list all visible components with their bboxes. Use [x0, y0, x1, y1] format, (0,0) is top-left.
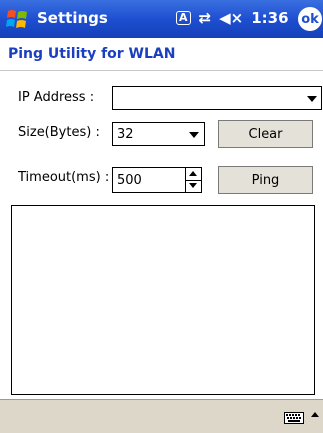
- ping-output-area[interactable]: [11, 205, 315, 395]
- size-combobox[interactable]: 32: [112, 122, 205, 146]
- arrow-up-icon: [189, 171, 197, 176]
- window-title: Settings: [37, 9, 108, 27]
- timeout-field[interactable]: 500: [112, 167, 186, 193]
- size-label: Size(Bytes) :: [18, 125, 100, 140]
- clock[interactable]: 1:36: [251, 9, 288, 27]
- chevron-down-icon[interactable]: [307, 96, 317, 102]
- app-header: Ping Utility for WLAN: [0, 38, 323, 71]
- ok-button[interactable]: ok: [298, 7, 322, 31]
- input-mode-icon[interactable]: A: [176, 11, 191, 25]
- chevron-down-icon[interactable]: [189, 132, 199, 138]
- arrow-down-icon: [189, 183, 197, 188]
- title-bar: Settings A ⇄ ◀× 1:36 ok: [0, 0, 323, 38]
- size-value: 32: [117, 127, 134, 142]
- system-tray: A ⇄ ◀× 1:36: [176, 9, 289, 27]
- windows-start-icon[interactable]: [5, 7, 31, 31]
- ip-address-combobox[interactable]: [112, 86, 322, 110]
- decrement-button[interactable]: [186, 180, 201, 192]
- connectivity-icon[interactable]: ⇄: [199, 9, 212, 27]
- caret-up-icon[interactable]: [311, 412, 319, 417]
- timeout-label: Timeout(ms) :: [18, 170, 110, 185]
- bottom-menu-bar: [0, 399, 323, 433]
- ping-button[interactable]: Ping: [218, 166, 313, 194]
- page-title: Ping Utility for WLAN: [8, 46, 176, 62]
- timeout-stepper[interactable]: [185, 167, 202, 193]
- timeout-value: 500: [117, 173, 142, 188]
- clear-button[interactable]: Clear: [218, 120, 313, 148]
- ip-address-label: IP Address :: [18, 90, 95, 105]
- keyboard-icon[interactable]: [284, 412, 304, 424]
- volume-mute-icon[interactable]: ◀×: [219, 9, 243, 27]
